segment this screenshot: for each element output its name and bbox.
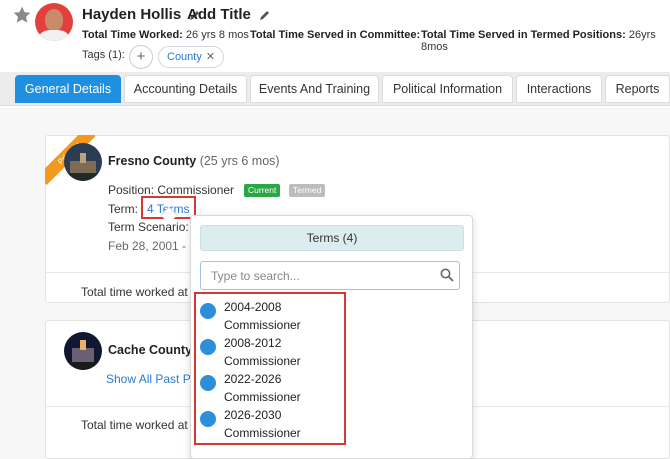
tab-events-and-training[interactable]: Events And Training	[250, 75, 379, 103]
add-tag-button[interactable]: +	[129, 45, 153, 69]
contact-name: Hayden Hollis	[82, 6, 201, 23]
cache-county-avatar	[64, 332, 102, 370]
position-line: Position: Commissioner	[108, 183, 235, 197]
badge-termed: Termed	[289, 184, 326, 197]
show-all-past-link[interactable]: Show All Past P	[106, 372, 191, 386]
avatar[interactable]	[35, 3, 73, 41]
tab-accounting-details[interactable]: Accounting Details	[124, 75, 247, 103]
popover-title: Terms (4)	[200, 225, 464, 251]
term-scenario-label: Term Scenario:	[108, 220, 189, 234]
add-title[interactable]: Add Title	[187, 6, 271, 23]
term-label: Term:	[108, 202, 138, 216]
search-icon[interactable]	[440, 268, 454, 282]
cache-county-title: Cache County (	[108, 343, 200, 357]
served-termed: Total Time Served in Termed Positions: 2…	[421, 29, 656, 53]
term-date: Feb 28, 2001 - p	[108, 239, 197, 253]
remove-tag-icon[interactable]: ✕	[206, 51, 215, 63]
edit-title-icon[interactable]	[259, 9, 271, 21]
cache-total-worked: Total time worked at	[81, 418, 188, 432]
tab-reports[interactable]: Reports	[605, 75, 670, 103]
fresno-county-avatar	[64, 143, 102, 181]
tab-political-information[interactable]: Political Information	[382, 75, 513, 103]
favorite-star-icon[interactable]	[12, 5, 32, 25]
fresno-total-worked: Total time worked at	[81, 285, 188, 299]
terms-search-input[interactable]	[200, 261, 460, 290]
terms-list-highlight	[194, 292, 346, 445]
tags-label: Tags (1):	[82, 49, 125, 61]
fresno-county-title: Fresno County (25 yrs 6 mos)	[108, 154, 280, 168]
badge-current: Current	[244, 184, 281, 197]
tag-chip-county[interactable]: County ✕	[158, 46, 225, 68]
tab-general-details[interactable]: General Details	[15, 75, 121, 103]
tab-interactions[interactable]: Interactions	[516, 75, 602, 103]
total-worked: Total Time Worked: 26 yrs 8 mos	[82, 29, 249, 41]
served-committee: Total Time Served in Committee:	[250, 29, 421, 41]
